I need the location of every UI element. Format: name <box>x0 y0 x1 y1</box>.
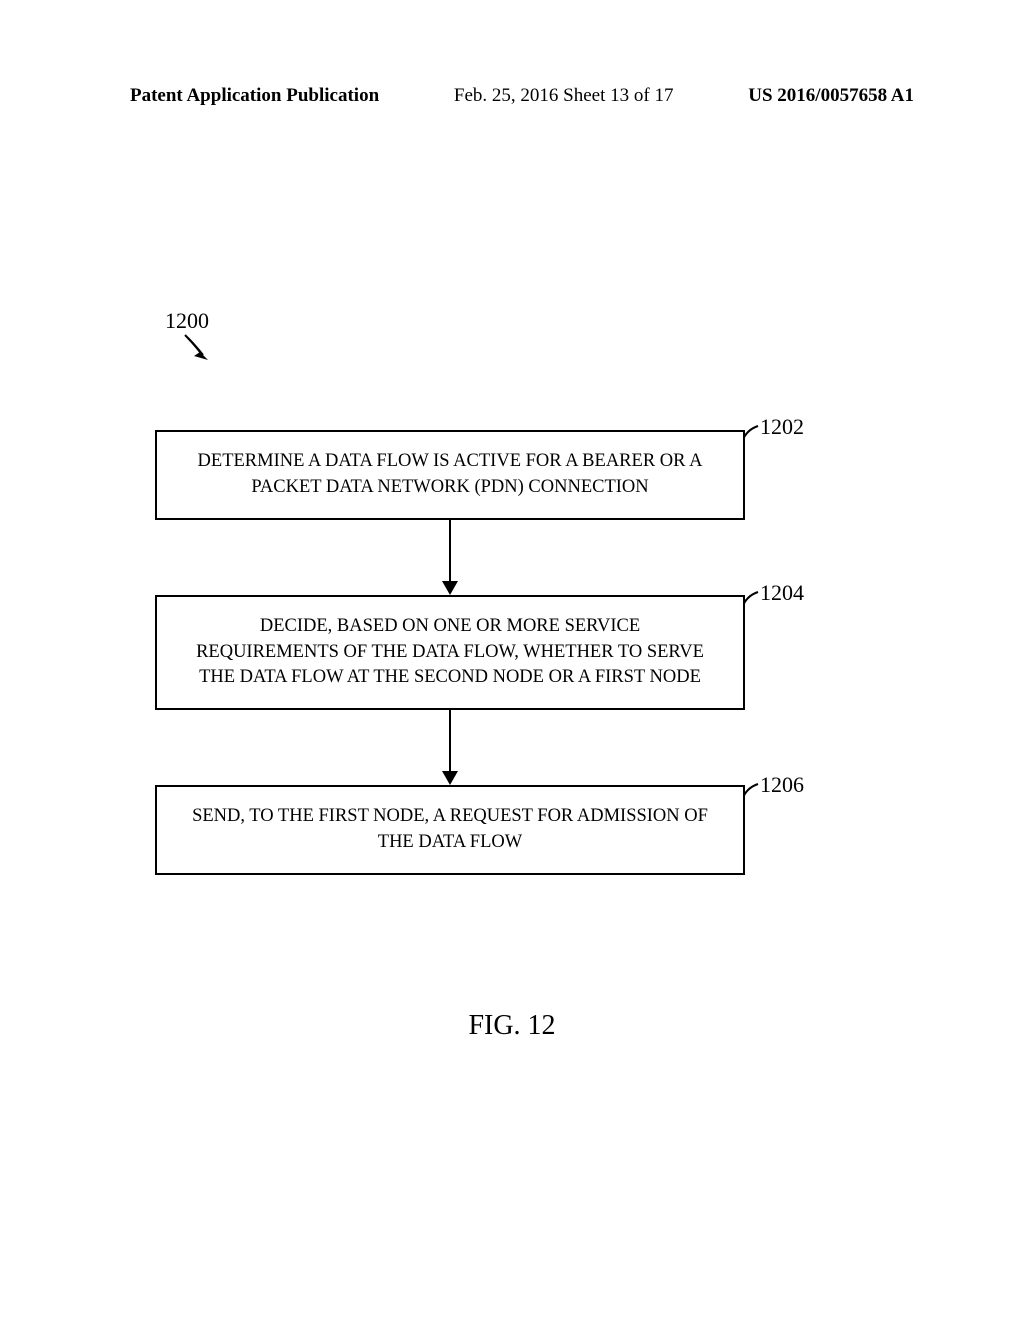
ref-label-text: 1204 <box>760 580 804 605</box>
step-text: SEND, TO THE FIRST NODE, A REQUEST FOR A… <box>187 804 713 856</box>
ref-label-text: 1202 <box>760 414 804 439</box>
step-text: DETERMINE A DATA FLOW IS ACTIVE FOR A BE… <box>187 449 713 501</box>
connector-line-icon <box>449 520 452 581</box>
arrow-down-icon <box>442 771 458 785</box>
flowchart-diagram: DETERMINE A DATA FLOW IS ACTIVE FOR A BE… <box>155 430 745 875</box>
figure-caption: FIG. 12 <box>0 1010 1024 1042</box>
step-text: DECIDE, BASED ON ONE OR MORE SERVICE REQ… <box>187 614 713 692</box>
flowchart-connector <box>155 710 745 785</box>
page-header: Patent Application Publication Feb. 25, … <box>130 85 914 107</box>
arrow-down-icon <box>442 581 458 595</box>
step-reference-1202: 1202 <box>760 414 804 440</box>
patent-page: Patent Application Publication Feb. 25, … <box>0 0 1024 1320</box>
flowchart-connector <box>155 520 745 595</box>
step-reference-1204: 1204 <box>760 580 804 606</box>
ref-label-text: 1206 <box>760 772 804 797</box>
reference-arrow-icon <box>180 330 220 370</box>
header-date-sheet: Feb. 25, 2016 Sheet 13 of 17 <box>454 85 674 107</box>
flowchart-step-1202: DETERMINE A DATA FLOW IS ACTIVE FOR A BE… <box>155 430 745 520</box>
header-publication-type: Patent Application Publication <box>130 85 379 107</box>
step-reference-1206: 1206 <box>760 772 804 798</box>
flowchart-step-1204: DECIDE, BASED ON ONE OR MORE SERVICE REQ… <box>155 595 745 710</box>
flowchart-step-1206: SEND, TO THE FIRST NODE, A REQUEST FOR A… <box>155 785 745 875</box>
connector-line-icon <box>449 710 452 771</box>
header-patent-number: US 2016/0057658 A1 <box>748 85 914 107</box>
